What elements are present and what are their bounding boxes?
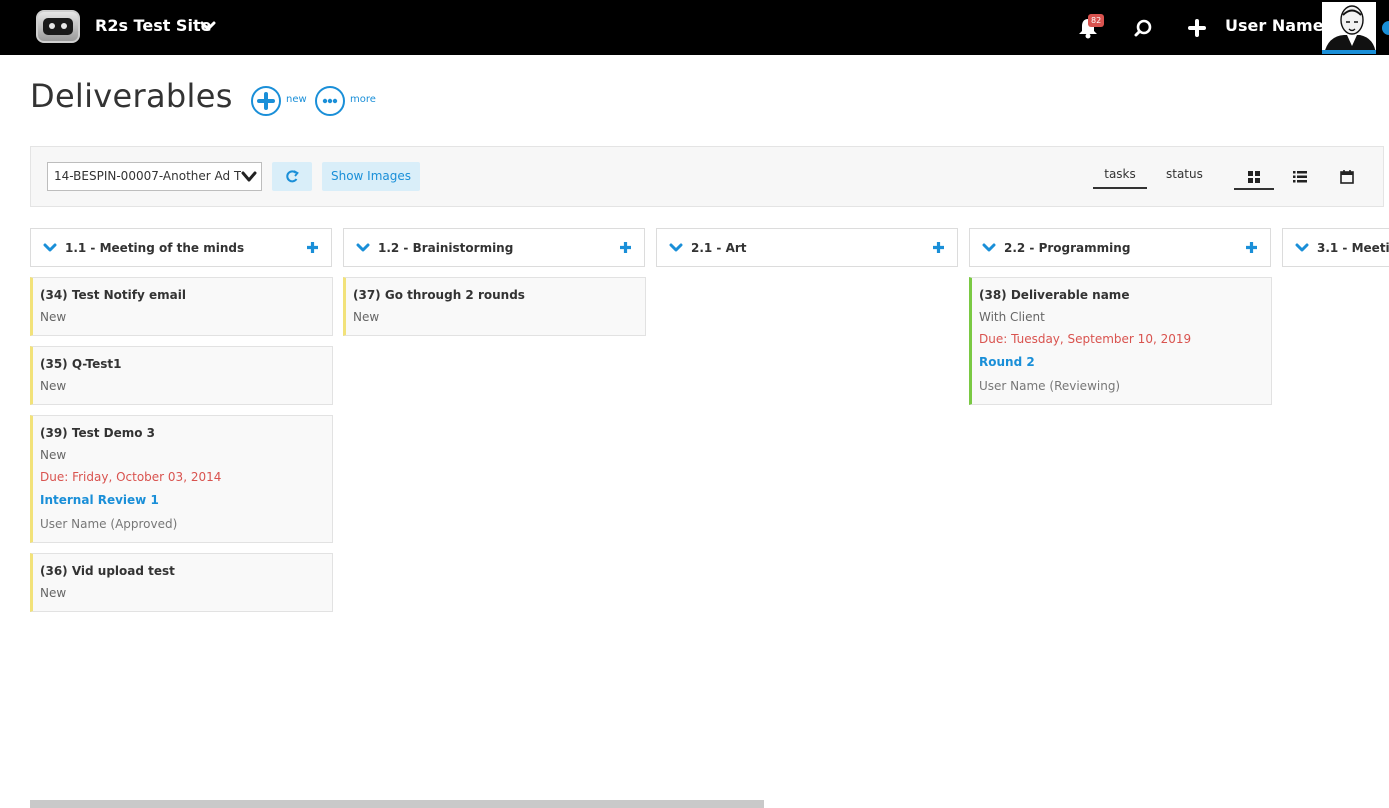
chevron-down-icon <box>241 170 257 184</box>
column-title: 2.1 - Art <box>691 241 747 255</box>
card-round-link[interactable]: Internal Review 1 <box>40 493 332 508</box>
card-round-link[interactable]: Round 2 <box>979 355 1271 370</box>
card-status: New <box>40 448 67 462</box>
deliverable-card[interactable]: (38) Deliverable name With Client Due: T… <box>969 277 1272 405</box>
card-assignee: User Name (Approved) <box>40 517 178 531</box>
card-status: New <box>40 586 67 600</box>
chevron-down-icon[interactable] <box>982 242 996 254</box>
column-title: 3.1 - Meetin <box>1317 241 1389 255</box>
more-button[interactable] <box>315 86 345 116</box>
calendar-icon <box>1340 170 1354 184</box>
notification-badge: 82 <box>1088 14 1105 27</box>
refresh-icon <box>286 170 299 183</box>
card-title: (37) Go through 2 rounds <box>353 288 525 302</box>
add-card-icon[interactable] <box>1245 241 1258 254</box>
horizontal-scrollbar[interactable] <box>30 800 764 808</box>
tab-tasks[interactable]: tasks <box>1093 167 1147 189</box>
show-images-button[interactable]: Show Images <box>322 162 420 191</box>
add-card-icon[interactable] <box>619 241 632 254</box>
column-title: 2.2 - Programming <box>1004 241 1131 255</box>
deliverable-card[interactable]: (37) Go through 2 rounds New <box>343 277 646 336</box>
column-header-2-1[interactable]: 2.1 - Art <box>656 228 958 267</box>
new-button[interactable] <box>251 86 281 116</box>
card-assignee: User Name (Reviewing) <box>979 379 1121 393</box>
card-title: (34) Test Notify email <box>40 288 186 302</box>
column-header-1-2[interactable]: 1.2 - Brainistorming <box>343 228 645 267</box>
column-title: 1.1 - Meeting of the minds <box>65 241 245 255</box>
chevron-down-icon[interactable] <box>356 242 370 254</box>
card-status: New <box>40 310 67 324</box>
chevron-down-icon[interactable] <box>200 18 216 34</box>
user-name[interactable]: User Name <box>1225 16 1324 35</box>
card-status: New <box>40 379 67 393</box>
deliverable-card[interactable]: (39) Test Demo 3 New Due: Friday, Octobe… <box>30 415 333 543</box>
filter-toolbar: 14-BESPIN-00007-Another Ad Th Show Image… <box>30 146 1384 207</box>
refresh-button[interactable] <box>272 162 312 191</box>
card-title: (39) Test Demo 3 <box>40 426 156 440</box>
robot-logo[interactable] <box>36 10 80 43</box>
add-card-icon[interactable] <box>306 241 319 254</box>
search-icon[interactable] <box>1133 18 1153 38</box>
plus-icon <box>257 92 275 110</box>
card-title: (35) Q-Test1 <box>40 357 122 371</box>
ellipsis-icon <box>322 98 338 104</box>
column-header-1-1[interactable]: 1.1 - Meeting of the minds <box>30 228 332 267</box>
new-label[interactable]: new <box>286 94 307 105</box>
robot-face <box>43 18 73 35</box>
deliverable-card[interactable]: (36) Vid upload test New <box>30 553 333 612</box>
tab-status[interactable]: status <box>1166 167 1203 181</box>
project-select-value: 14-BESPIN-00007-Another Ad Th <box>54 169 249 183</box>
chevron-down-icon[interactable] <box>1295 242 1309 254</box>
site-name[interactable]: R2s Test Site <box>95 16 211 35</box>
list-view-button[interactable] <box>1280 166 1320 190</box>
page-title: Deliverables <box>30 77 233 115</box>
deliverable-card[interactable]: (35) Q-Test1 New <box>30 346 333 405</box>
presence-dot <box>1382 21 1389 35</box>
calendar-view-button[interactable] <box>1327 166 1367 190</box>
grid-icon <box>1248 171 1260 183</box>
chevron-down-icon[interactable] <box>43 242 57 254</box>
card-due-date: Due: Tuesday, September 10, 2019 <box>979 332 1192 346</box>
project-select[interactable]: 14-BESPIN-00007-Another Ad Th <box>47 162 262 191</box>
card-title: (38) Deliverable name <box>979 288 1130 302</box>
deliverable-card[interactable]: (34) Test Notify email New <box>30 277 333 336</box>
chevron-down-icon[interactable] <box>669 242 683 254</box>
more-label[interactable]: more <box>350 94 376 105</box>
card-status: New <box>353 310 380 324</box>
plus-icon[interactable] <box>1188 19 1206 37</box>
list-icon <box>1293 171 1307 183</box>
card-status: With Client <box>979 310 1045 324</box>
column-header-2-2[interactable]: 2.2 - Programming <box>969 228 1271 267</box>
avatar[interactable] <box>1322 2 1376 54</box>
add-card-icon[interactable] <box>932 241 945 254</box>
card-title: (36) Vid upload test <box>40 564 175 578</box>
column-title: 1.2 - Brainistorming <box>378 241 514 255</box>
avatar-portrait-icon <box>1322 2 1376 54</box>
top-bar: R2s Test Site 82 User Name <box>0 0 1389 55</box>
grid-view-button[interactable] <box>1234 166 1274 190</box>
card-due-date: Due: Friday, October 03, 2014 <box>40 470 222 484</box>
column-header-3-1[interactable]: 3.1 - Meetin <box>1282 228 1389 267</box>
